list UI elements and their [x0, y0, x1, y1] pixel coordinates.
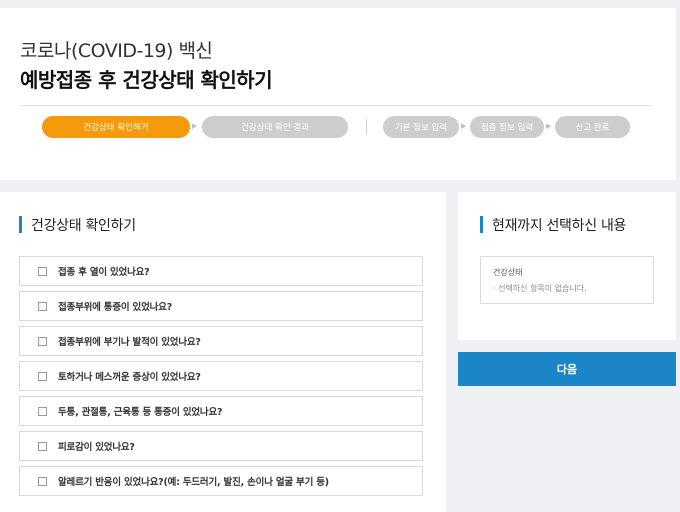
question-list: 접종 후 열이 있었나요? 접종부위에 통증이 있었나요? 접종부위에 부기나 … — [19, 256, 423, 501]
question-swelling[interactable]: 접종부위에 부기나 발적이 있었나요? — [19, 326, 423, 356]
step-arrow-icon: ▶ — [546, 122, 552, 130]
page-title-line2: 예방접종 후 건강상태 확인하기 — [20, 68, 273, 92]
checkbox-icon[interactable] — [38, 301, 47, 311]
checkbox-icon[interactable] — [38, 476, 47, 486]
step-basic-info: 기본 정보 입력 — [383, 116, 459, 138]
question-label: 두통, 관절통, 근육통 등 통증이 있었나요? — [58, 407, 223, 418]
checkbox-icon[interactable] — [38, 406, 47, 416]
question-fatigue[interactable]: 피로감이 있었나요? — [19, 431, 423, 461]
page-title-line1: 코로나(COVID-19) 백신 — [20, 40, 213, 62]
step-separator — [366, 119, 367, 135]
step-report-complete: 신고 완료 — [555, 116, 630, 138]
health-check-title: 건강상태 확인하기 — [19, 215, 136, 235]
question-label: 토하거나 메스꺼운 증상이 있었나요? — [58, 372, 201, 383]
checkbox-icon[interactable] — [38, 371, 47, 381]
step-health-check: 건강상태 확인하기 — [42, 116, 190, 138]
question-fever[interactable]: 접종 후 열이 있었나요? — [19, 256, 423, 286]
summary-empty-text: · 선택하신 항목이 없습니다. — [493, 284, 587, 293]
summary-heading: 건강상태 — [493, 268, 523, 277]
header-divider — [20, 105, 653, 106]
question-allergy[interactable]: 알레르기 반응이 있었나요?(예: 두드러기, 발진, 손이나 얼굴 부기 등) — [19, 466, 423, 496]
checkbox-icon[interactable] — [38, 336, 47, 346]
step-health-result: 건강상태 확인 결과 — [202, 116, 348, 138]
question-injection-pain[interactable]: 접종부위에 통증이 있었나요? — [19, 291, 423, 321]
question-label: 접종 후 열이 있었나요? — [58, 267, 150, 278]
question-nausea[interactable]: 토하거나 메스꺼운 증상이 있었나요? — [19, 361, 423, 391]
next-button[interactable]: 다음 — [458, 352, 676, 386]
checkbox-icon[interactable] — [38, 441, 47, 451]
header-card: 코로나(COVID-19) 백신 예방접종 후 건강상태 확인하기 — [0, 8, 676, 180]
step-arrow-icon: ▶ — [461, 122, 467, 130]
question-label: 접종부위에 통증이 있었나요? — [58, 302, 173, 313]
step-vaccination-info: 접종 정보 입력 — [470, 116, 544, 138]
question-label: 알레르기 반응이 있었나요?(예: 두드러기, 발진, 손이나 얼굴 부기 등) — [58, 477, 329, 488]
checkbox-icon[interactable] — [38, 266, 47, 276]
selection-title: 현재까지 선택하신 내용 — [480, 215, 626, 235]
question-label: 접종부위에 부기나 발적이 있었나요? — [58, 337, 201, 348]
question-body-pain[interactable]: 두통, 관절통, 근육통 등 통증이 있었나요? — [19, 396, 423, 426]
selection-summary: 건강상태 · 선택하신 항목이 없습니다. — [480, 256, 654, 304]
step-arrow-icon: ▶ — [192, 122, 198, 130]
question-label: 피로감이 있었나요? — [58, 442, 135, 453]
